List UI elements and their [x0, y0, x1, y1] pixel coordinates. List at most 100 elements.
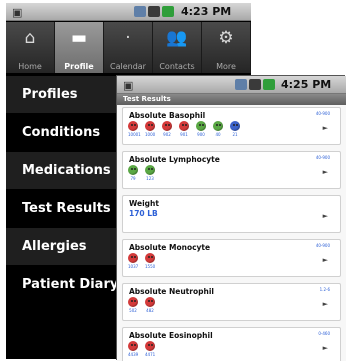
- result-point-value: 4471: [145, 352, 156, 357]
- status-face-icon: [128, 121, 138, 131]
- signal-icon: [148, 6, 160, 17]
- reference-range: 0-460: [318, 331, 330, 336]
- result-point: 123: [145, 165, 155, 181]
- result-point-value: 123: [146, 176, 154, 181]
- result-point: 900: [196, 121, 206, 137]
- result-point-value: 482: [146, 308, 154, 313]
- profile-card-icon: ▬: [70, 28, 88, 48]
- tab-calendar[interactable]: · Calendar: [104, 22, 153, 73]
- status-face-icon: [196, 121, 206, 131]
- result-point: 1550: [145, 253, 155, 269]
- result-point-value: 901: [180, 132, 188, 137]
- test-result-name: Absolute Neutrophil: [129, 287, 214, 296]
- result-point: 10001: [128, 121, 141, 137]
- result-history: 4439 4471: [128, 341, 155, 357]
- reference-range: 40-900: [315, 111, 330, 116]
- battery-icon: [162, 6, 174, 17]
- status-face-icon: [128, 297, 138, 307]
- tab-label: More: [216, 62, 236, 71]
- test-result-card[interactable]: Absolute Neutrophil 1.2-6 ► 502 482: [122, 283, 341, 321]
- result-history: 502 482: [128, 297, 155, 313]
- status-face-icon: [145, 165, 155, 175]
- test-result-name: Absolute Lymphocyte: [129, 155, 220, 164]
- status-face-icon: [230, 121, 240, 131]
- result-point: 79: [128, 165, 138, 181]
- test-result-card[interactable]: Absolute Basophil 40-900 ► 10001 1000 902 901 9…: [122, 107, 341, 145]
- gear-icon: ⚙: [218, 28, 234, 48]
- front-phone-screen: ▣ 4:25 PM Test Results Absolute Basophil…: [117, 76, 346, 361]
- menu-item-allergies[interactable]: Allergies: [6, 228, 124, 265]
- result-point: 1037: [128, 253, 138, 269]
- result-point-value: 502: [129, 308, 137, 313]
- notification-icon: ▣: [123, 79, 134, 92]
- result-point-value: 10001: [128, 132, 141, 137]
- status-face-icon: [145, 297, 155, 307]
- contacts-icon: 👥: [166, 28, 188, 48]
- result-point: 1000: [145, 121, 155, 137]
- status-bar: ▣ 4:23 PM: [6, 3, 251, 21]
- result-history: 79 123: [128, 165, 155, 181]
- tab-label: Calendar: [110, 62, 146, 71]
- status-face-icon: [145, 341, 155, 351]
- page-title: Test Results: [117, 94, 346, 105]
- tab-label: Contacts: [159, 62, 195, 71]
- result-point: 502: [128, 297, 138, 313]
- tab-label: Home: [18, 62, 42, 71]
- status-face-icon: [179, 121, 189, 131]
- result-point-value: 1037: [128, 264, 139, 269]
- menu-item-test-results[interactable]: Test Results: [6, 190, 124, 227]
- result-point: 901: [179, 121, 189, 137]
- result-point: 482: [145, 297, 155, 313]
- menu-item-medications[interactable]: Medications: [6, 152, 124, 189]
- tab-home[interactable]: ⌂ Home: [6, 22, 55, 73]
- reference-range: 40-900: [315, 243, 330, 248]
- test-result-card[interactable]: Absolute Lymphocyte 40-900 ► 79 123: [122, 151, 341, 189]
- result-point-value: 40: [215, 132, 221, 137]
- result-history: 1037 1550: [128, 253, 155, 269]
- test-result-card[interactable]: Absolute Monocyte 40-900 ► 1037 1550: [122, 239, 341, 277]
- result-point: 21: [230, 121, 240, 137]
- status-face-icon: [128, 253, 138, 263]
- menu-item-patient-diary[interactable]: Patient Diary: [6, 266, 124, 303]
- menu-item-conditions[interactable]: Conditions: [6, 114, 124, 151]
- status-icons: [134, 6, 174, 17]
- status-face-icon: [145, 121, 155, 131]
- status-face-icon: [145, 253, 155, 263]
- chevron-right-icon: ►: [322, 300, 328, 308]
- result-point: 4439: [128, 341, 138, 357]
- tab-profile[interactable]: ▬ Profile: [55, 22, 104, 73]
- signal-icon: [249, 79, 261, 90]
- status-face-icon: [128, 341, 138, 351]
- test-result-value: 170 LB: [129, 209, 158, 218]
- result-point-value: 21: [232, 132, 238, 137]
- status-face-icon: [213, 121, 223, 131]
- result-point-value: 902: [163, 132, 171, 137]
- reference-range: 1.2-6: [319, 287, 330, 292]
- result-point-value: 4439: [128, 352, 139, 357]
- network-icon: [235, 79, 247, 90]
- result-point-value: 900: [197, 132, 205, 137]
- calendar-icon: ·: [125, 28, 131, 48]
- menu-item-profiles[interactable]: Profiles: [6, 76, 124, 113]
- chevron-right-icon: ►: [322, 168, 328, 176]
- tab-bar: ⌂ Home ▬ Profile · Calendar 👥 Contacts ⚙…: [6, 22, 251, 73]
- result-history: 10001 1000 902 901 900 40 21: [128, 121, 240, 137]
- status-time: 4:25 PM: [281, 78, 332, 91]
- tab-more[interactable]: ⚙ More: [202, 22, 251, 73]
- test-result-card[interactable]: Weight ► 170 LB: [122, 195, 341, 233]
- notification-icon: ▣: [12, 6, 23, 19]
- house-icon: ⌂: [24, 28, 36, 48]
- status-face-icon: [128, 165, 138, 175]
- result-point: 902: [162, 121, 172, 137]
- status-time: 4:23 PM: [181, 5, 232, 18]
- chevron-right-icon: ►: [322, 256, 328, 264]
- reference-range: 40-900: [315, 155, 330, 160]
- test-result-name: Absolute Basophil: [129, 111, 206, 120]
- tab-contacts[interactable]: 👥 Contacts: [153, 22, 202, 73]
- chevron-right-icon: ►: [322, 212, 328, 220]
- test-result-card[interactable]: Absolute Eosinophil 0-460 ► 4439 4471: [122, 327, 341, 361]
- chevron-right-icon: ►: [322, 344, 328, 352]
- profile-menu: Profiles Conditions Medications Test Res…: [6, 76, 124, 304]
- result-point-value: 1550: [145, 264, 156, 269]
- tab-label: Profile: [64, 62, 94, 71]
